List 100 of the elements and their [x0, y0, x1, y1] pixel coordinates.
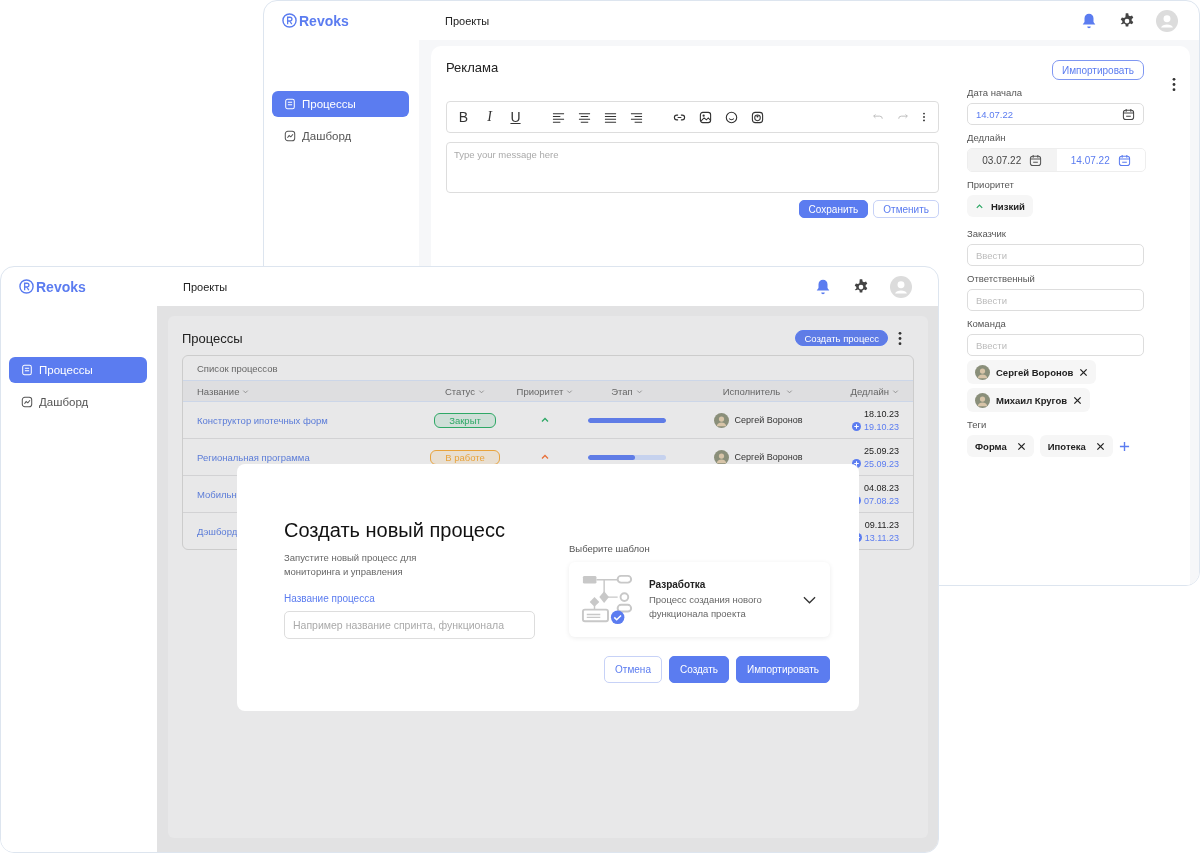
assignee-name: Сергей Воронов: [734, 415, 803, 425]
close-icon[interactable]: [1079, 367, 1089, 377]
column-header[interactable]: Исполнитель: [673, 385, 843, 397]
field-label: Название процесса: [284, 593, 376, 604]
field-label: Приоритет: [967, 179, 1014, 190]
avatar-icon: [713, 412, 729, 428]
status-badge: Закрыт: [434, 412, 496, 428]
process-link[interactable]: Мобильн: [197, 488, 237, 500]
new-deadline-date: 07.08.23: [863, 495, 899, 506]
format-button[interactable]: U: [509, 109, 522, 125]
create-process-button[interactable]: Создать процесс: [795, 330, 888, 346]
tag-chip: Ипотека: [1039, 435, 1113, 457]
text-align-icon[interactable]: [604, 110, 617, 124]
sticker-icon[interactable]: [751, 110, 764, 124]
column-header[interactable]: Дедлайн: [843, 385, 899, 397]
document-icon: [284, 98, 296, 110]
logo-icon: [282, 13, 297, 28]
template-select[interactable]: Разработка Процесс создания нового функционала проекта: [569, 562, 830, 637]
new-deadline-date: 19.10.23: [863, 421, 899, 432]
new-deadline-date: 25.09.23: [863, 458, 899, 469]
avatar-icon: [975, 392, 990, 408]
format-button[interactable]: B: [457, 109, 470, 125]
process-link[interactable]: Конструктор ипотечных форм: [197, 414, 328, 426]
assignee-name: Сергей Воронов: [734, 452, 803, 462]
input-field[interactable]: Ввести: [967, 334, 1144, 356]
field-label: Дата начала: [967, 87, 1023, 98]
input-field[interactable]: Ввести: [967, 244, 1144, 266]
priority-chip[interactable]: Низкий: [967, 195, 1033, 217]
document-icon: [21, 364, 33, 376]
text-align-icon[interactable]: [630, 110, 643, 124]
flowchart-drawing: [581, 572, 635, 627]
input-field[interactable]: Ввести: [967, 289, 1144, 311]
close-icon[interactable]: [1073, 395, 1083, 405]
notification-bell-icon[interactable]: [814, 277, 832, 296]
close-icon[interactable]: [1095, 441, 1105, 451]
avatar-icon: [713, 449, 729, 465]
logo[interactable]: Revoks: [299, 12, 349, 29]
process-link[interactable]: Дэшборд: [197, 525, 238, 537]
field-label: Ответственный: [967, 273, 1035, 284]
close-icon[interactable]: [1016, 441, 1026, 451]
table-title: Список процессов: [197, 362, 278, 374]
chart-icon: [21, 396, 33, 408]
sidebar-item[interactable]: Дашборд: [9, 389, 147, 415]
caret-down-icon: [242, 387, 250, 395]
sidebar-item[interactable]: Процессы: [9, 357, 147, 383]
process-link[interactable]: Региональная программа: [197, 451, 310, 463]
deadline-date: 09.11.23: [864, 519, 899, 530]
column-header[interactable]: Приоритет: [509, 385, 581, 397]
emoji-icon[interactable]: [725, 110, 738, 124]
add-icon[interactable]: [1118, 440, 1130, 452]
column-header[interactable]: Название: [197, 385, 421, 397]
field-label: Команда: [967, 318, 1006, 329]
dialog-button[interactable]: Импортировать: [736, 656, 830, 683]
add-circle-icon[interactable]: [851, 422, 861, 431]
dialog-button[interactable]: Отмена: [604, 656, 662, 683]
more-icon[interactable]: [922, 111, 926, 123]
header-title: Проекты: [183, 280, 228, 293]
save-button[interactable]: Сохранить: [798, 200, 869, 218]
caret-down-icon: [635, 387, 643, 395]
caret-down-icon: [478, 387, 485, 395]
page-title: Реклама: [446, 60, 500, 75]
dialog-subtitle: Запустите новый процесс для мониторинга и управления: [284, 551, 418, 579]
new-deadline-date: 13.11.23: [864, 532, 899, 543]
field-label: Теги: [967, 419, 987, 430]
cancel-button[interactable]: Отменить: [873, 200, 939, 218]
field-label: Заказчик: [967, 228, 1007, 239]
dialog-title: Создать новый процесс: [284, 519, 506, 542]
message-field[interactable]: Type your message here: [446, 142, 939, 193]
column-header[interactable]: Статус: [421, 385, 509, 397]
dialog-button[interactable]: Создать: [668, 656, 729, 683]
text-align-icon[interactable]: [578, 110, 591, 124]
sidebar-item[interactable]: Дашборд: [272, 123, 409, 149]
chevron-down-icon: [803, 595, 816, 604]
format-button[interactable]: I: [483, 109, 496, 125]
notification-bell-icon[interactable]: [1080, 11, 1098, 30]
date-field[interactable]: 14.07.22: [967, 103, 1144, 125]
template-label: Выберите шаблон: [569, 543, 651, 554]
field-label: Дедлайн: [967, 132, 1006, 143]
logo[interactable]: Revoks: [36, 278, 86, 295]
deadline-date: 25.09.23: [863, 445, 899, 456]
template-description: Процесс создания нового функционала проекта: [649, 592, 763, 621]
page-title: Процессы: [182, 330, 243, 346]
caret-down-icon: [786, 387, 794, 395]
import-button[interactable]: Импортировать: [1052, 60, 1144, 80]
image-icon[interactable]: [699, 110, 712, 124]
more-icon[interactable]: [898, 330, 902, 346]
logo-icon: [19, 279, 34, 294]
tag-chip: Форма: [967, 435, 1034, 457]
sidebar-item[interactable]: Процессы: [272, 91, 409, 117]
status-badge: В работе: [430, 449, 500, 465]
person-chip: Михаил Кругов: [967, 388, 1091, 412]
calendar-icon: [1122, 107, 1135, 121]
column-header[interactable]: Этап: [581, 385, 673, 397]
chart-icon: [284, 130, 296, 142]
more-icon[interactable]: [1172, 77, 1176, 92]
process-name-field[interactable]: Например название спринта, функционала: [284, 611, 535, 639]
person-chip: Сергей Воронов: [967, 360, 1097, 384]
caret-down-icon: [892, 387, 899, 395]
text-align-icon[interactable]: [552, 110, 565, 124]
deadline-date: 18.10.23: [863, 408, 899, 419]
